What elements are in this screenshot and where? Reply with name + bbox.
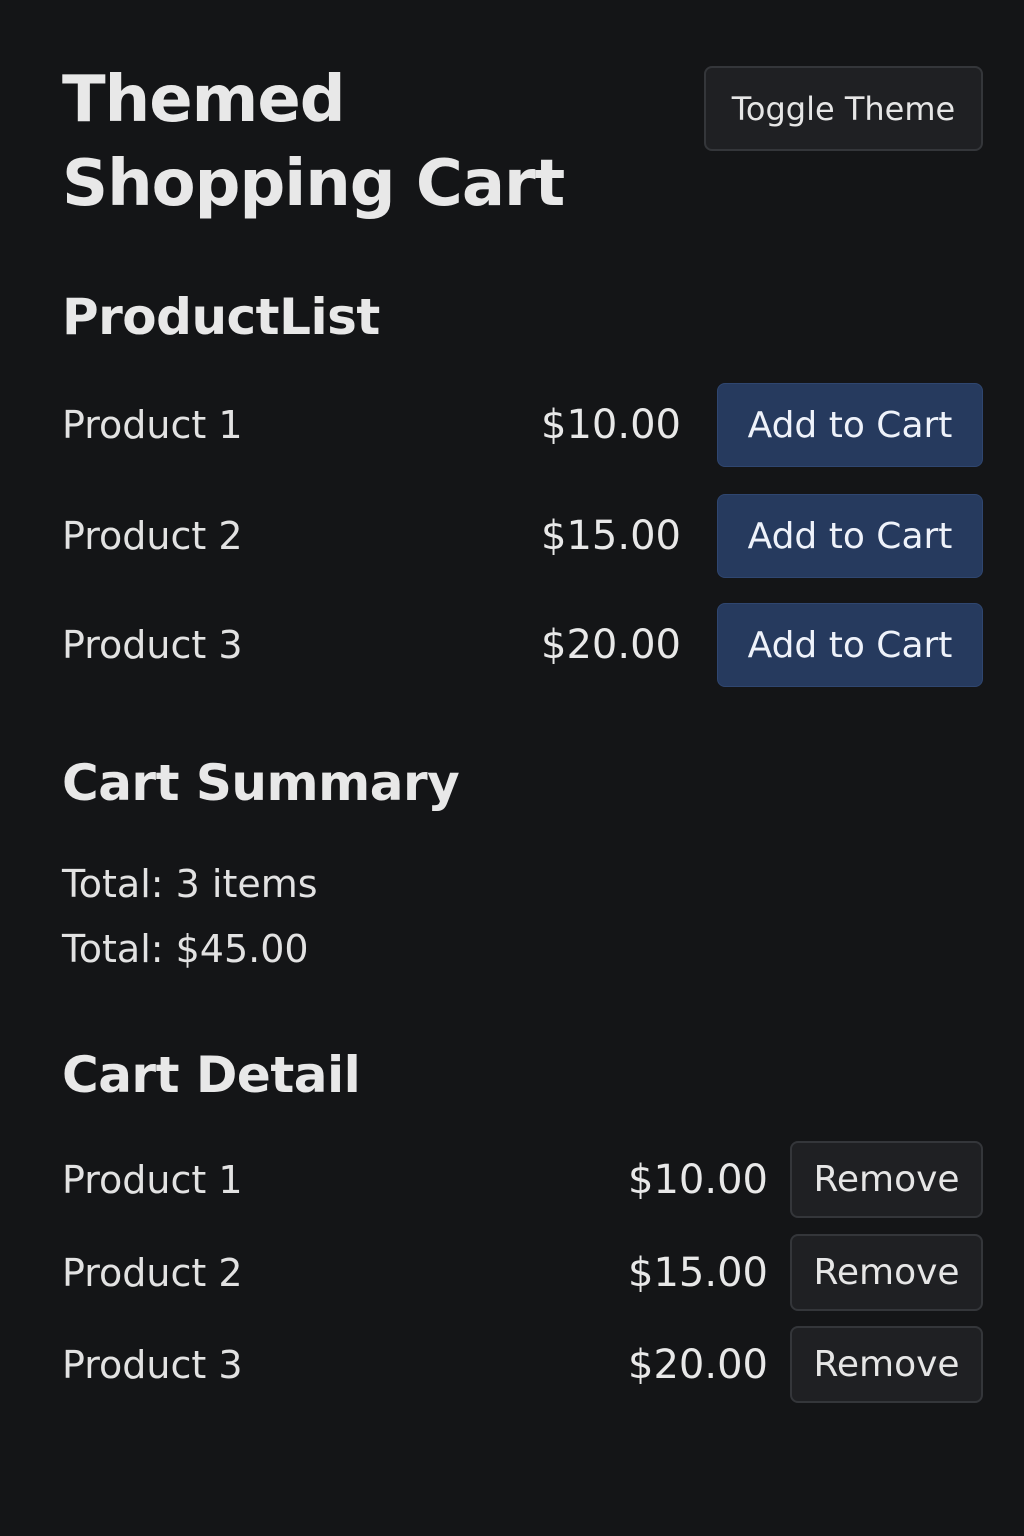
cart-item-price: $15.00	[628, 1249, 768, 1296]
cart-item-row: Product 1 $10.00 Remove	[62, 1141, 983, 1218]
product-row: Product 3 $20.00 Add to Cart	[62, 603, 983, 687]
cart-detail-heading: Cart Detail	[62, 1046, 361, 1104]
cart-item-price: $10.00	[628, 1156, 768, 1203]
cart-summary-heading: Cart Summary	[62, 754, 460, 812]
app-page: Themed Shopping Cart Toggle Theme Produc…	[0, 0, 1024, 1536]
add-to-cart-button[interactable]: Add to Cart	[717, 603, 983, 687]
product-name: Product 2	[62, 514, 243, 558]
remove-button[interactable]: Remove	[790, 1141, 983, 1218]
product-row: Product 2 $15.00 Add to Cart	[62, 494, 983, 578]
product-list-heading: ProductList	[62, 288, 380, 346]
cart-item-price: $20.00	[628, 1341, 768, 1388]
cart-item-name: Product 1	[62, 1157, 243, 1202]
add-to-cart-button[interactable]: Add to Cart	[717, 383, 983, 467]
product-price: $15.00	[541, 513, 681, 559]
cart-item-name: Product 3	[62, 1342, 243, 1387]
cart-item-row: Product 2 $15.00 Remove	[62, 1234, 983, 1311]
product-name: Product 3	[62, 623, 243, 667]
remove-button[interactable]: Remove	[790, 1326, 983, 1403]
product-price: $10.00	[541, 402, 681, 448]
remove-button[interactable]: Remove	[790, 1234, 983, 1311]
cart-item-name: Product 2	[62, 1250, 243, 1295]
toggle-theme-button[interactable]: Toggle Theme	[704, 66, 983, 151]
cart-item-row: Product 3 $20.00 Remove	[62, 1326, 983, 1403]
product-row: Product 1 $10.00 Add to Cart	[62, 383, 983, 467]
page-title: Themed Shopping Cart	[62, 63, 565, 221]
cart-total: Total: $45.00	[62, 927, 309, 971]
add-to-cart-button[interactable]: Add to Cart	[717, 494, 983, 578]
cart-item-count: Total: 3 items	[62, 862, 318, 906]
product-name: Product 1	[62, 403, 243, 447]
product-price: $20.00	[541, 622, 681, 668]
